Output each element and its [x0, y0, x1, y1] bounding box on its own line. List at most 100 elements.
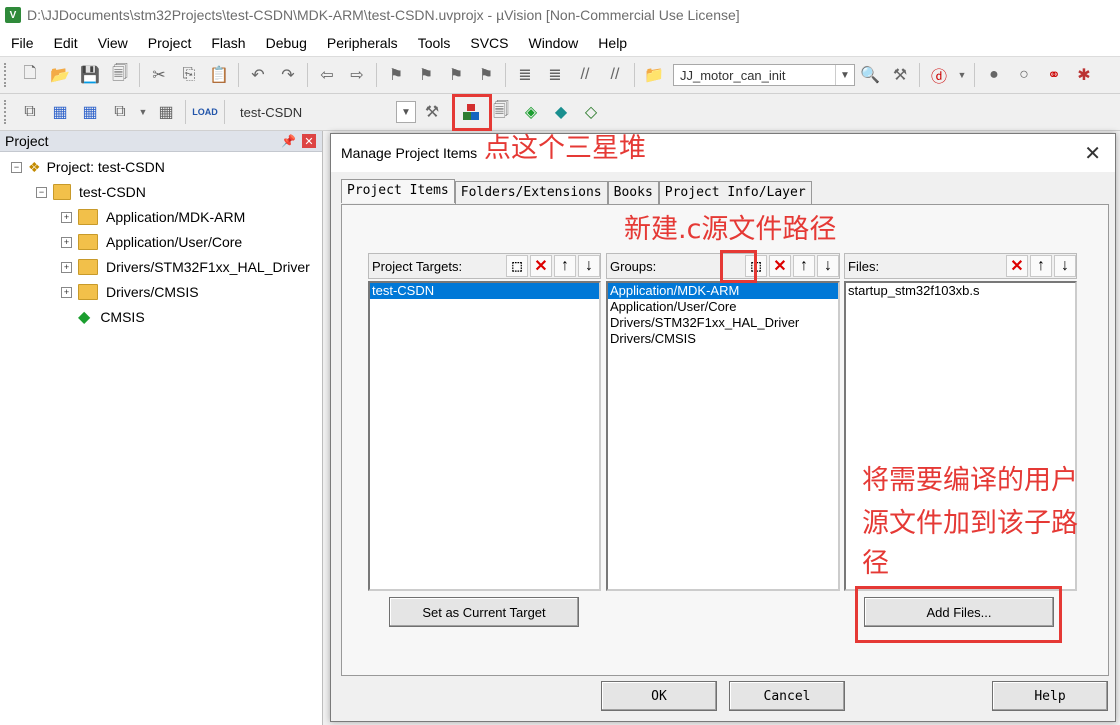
tree-node-group[interactable]: + Application/User/Core: [61, 231, 242, 253]
select-packs-icon[interactable]: ◈: [519, 100, 543, 124]
chevron-down-icon[interactable]: ▼: [138, 100, 148, 124]
breakpoint-icon[interactable]: ●: [982, 63, 1006, 87]
translate-icon[interactable]: ⧉: [18, 100, 42, 124]
tree-node-project[interactable]: − ❖ Project: test-CSDN: [11, 156, 165, 178]
list-item-group[interactable]: Application/MDK-ARM: [608, 283, 838, 299]
pin-icon[interactable]: 📌: [281, 134, 296, 148]
incremental-find-icon[interactable]: ⚒: [888, 63, 912, 87]
clear-bookmarks-icon[interactable]: ⚑: [474, 63, 498, 87]
menu-flash[interactable]: Flash: [200, 35, 254, 51]
expand-icon[interactable]: +: [61, 211, 72, 223]
nav-back-icon[interactable]: ⇦: [315, 63, 339, 87]
tree-node-group[interactable]: + Application/MDK-ARM: [61, 206, 245, 228]
delete-file-icon[interactable]: ✕: [1006, 255, 1028, 277]
disable-breakpoint-icon[interactable]: ○: [1012, 63, 1036, 87]
tab-books[interactable]: Books: [607, 181, 659, 205]
close-icon[interactable]: ✕: [302, 134, 316, 148]
expand-icon[interactable]: +: [61, 286, 72, 298]
paste-icon[interactable]: 📋: [207, 63, 231, 87]
chevron-down-icon[interactable]: ▼: [957, 63, 967, 87]
indent-icon[interactable]: ≣: [513, 63, 537, 87]
open-file-icon[interactable]: 📂: [48, 63, 72, 87]
menu-view[interactable]: View: [87, 35, 137, 51]
prev-bookmark-icon[interactable]: ⚑: [414, 63, 438, 87]
redo-icon[interactable]: ↷: [276, 63, 300, 87]
uncomment-icon[interactable]: //: [603, 63, 627, 87]
cut-icon[interactable]: ✂: [147, 63, 171, 87]
unindent-icon[interactable]: ≣: [543, 63, 567, 87]
delete-target-icon[interactable]: ✕: [530, 255, 552, 277]
manage-rte-icon[interactable]: ◇: [579, 100, 603, 124]
help-button[interactable]: Help: [992, 681, 1108, 711]
menu-debug[interactable]: Debug: [255, 35, 316, 51]
expand-icon[interactable]: +: [61, 261, 72, 273]
list-item-group[interactable]: Application/User/Core: [608, 299, 838, 315]
menu-edit[interactable]: Edit: [43, 35, 87, 51]
expand-icon[interactable]: +: [61, 236, 72, 248]
list-item-group[interactable]: Drivers/CMSIS: [608, 331, 838, 347]
batch-build-icon[interactable]: ⧉: [108, 100, 132, 124]
menu-tools[interactable]: Tools: [407, 35, 460, 51]
menu-svcs[interactable]: SVCS: [459, 35, 517, 51]
chevron-down-icon[interactable]: ▼: [835, 65, 854, 85]
menu-project[interactable]: Project: [137, 35, 201, 51]
function-combo[interactable]: JJ_motor_can_init ▼: [673, 64, 855, 86]
tree-node-group[interactable]: + Drivers/STM32F1xx_HAL_Driver: [61, 256, 310, 278]
list-item-group[interactable]: Drivers/STM32F1xx_HAL_Driver: [608, 315, 838, 331]
build-icon[interactable]: ▦: [48, 100, 72, 124]
tab-project-info-layer[interactable]: Project Info/Layer: [658, 181, 812, 205]
delete-group-icon[interactable]: ✕: [769, 255, 791, 277]
save-all-icon[interactable]: 🗐: [108, 63, 132, 87]
tree-node-target[interactable]: − test-CSDN: [36, 181, 146, 203]
move-up-icon[interactable]: ↑: [554, 255, 576, 277]
set-current-target-button[interactable]: Set as Current Target: [389, 597, 579, 627]
list-item-file[interactable]: startup_stm32f103xb.s: [846, 283, 1075, 299]
collapse-icon[interactable]: −: [11, 161, 22, 173]
new-target-icon[interactable]: ⬚: [506, 255, 528, 277]
move-up-icon[interactable]: ↑: [793, 255, 815, 277]
menu-window[interactable]: Window: [518, 35, 588, 51]
move-down-icon[interactable]: ↓: [578, 255, 600, 277]
move-up-icon[interactable]: ↑: [1030, 255, 1052, 277]
toolbar-grip[interactable]: [4, 63, 9, 87]
configure-icon[interactable]: ✱: [1072, 63, 1096, 87]
menu-help[interactable]: Help: [587, 35, 636, 51]
kill-breakpoints-icon[interactable]: ⚭: [1042, 63, 1066, 87]
list-item-target[interactable]: test-CSDN: [370, 283, 599, 299]
find-in-files-icon[interactable]: 📁: [642, 63, 666, 87]
collapse-icon[interactable]: −: [36, 186, 47, 198]
comment-icon[interactable]: //: [573, 63, 597, 87]
toolbar-grip[interactable]: [4, 100, 9, 124]
load-download-icon[interactable]: LOAD: [192, 100, 218, 124]
files-list[interactable]: startup_stm32f103xb.s: [844, 281, 1077, 591]
move-down-icon[interactable]: ↓: [1054, 255, 1076, 277]
groups-list[interactable]: Application/MDK-ARM Application/User/Cor…: [606, 281, 840, 591]
find-icon[interactable]: 🔍: [858, 63, 882, 87]
file-extensions-icon[interactable]: 🗐: [489, 100, 513, 124]
menu-file[interactable]: File: [0, 35, 43, 51]
nav-forward-icon[interactable]: ⇨: [345, 63, 369, 87]
targets-list[interactable]: test-CSDN: [368, 281, 601, 591]
new-file-icon[interactable]: 🗋: [18, 63, 42, 87]
bookmark-icon[interactable]: ⚑: [384, 63, 408, 87]
menu-peripherals[interactable]: Peripherals: [316, 35, 407, 51]
close-icon[interactable]: ✕: [1084, 141, 1101, 166]
undo-icon[interactable]: ↶: [246, 63, 270, 87]
target-options-icon[interactable]: ⚒: [420, 100, 444, 124]
tree-node-group[interactable]: + Drivers/CMSIS: [61, 281, 199, 303]
rebuild-icon[interactable]: ▦: [78, 100, 102, 124]
tab-folders-extensions[interactable]: Folders/Extensions: [454, 181, 608, 205]
move-down-icon[interactable]: ↓: [817, 255, 839, 277]
pack-installer-icon[interactable]: ◆: [549, 100, 573, 124]
stop-build-icon[interactable]: ▦: [154, 100, 178, 124]
copy-icon[interactable]: ⎘: [177, 63, 201, 87]
debug-session-icon[interactable]: ⓓ: [927, 63, 951, 87]
tab-project-items[interactable]: Project Items: [341, 179, 455, 203]
tree-node-cmsis[interactable]: ◆ CMSIS: [78, 306, 145, 328]
chevron-down-icon[interactable]: ▼: [396, 101, 416, 123]
ok-button[interactable]: OK: [601, 681, 717, 711]
save-icon[interactable]: 💾: [78, 63, 102, 87]
cancel-button[interactable]: Cancel: [729, 681, 845, 711]
next-bookmark-icon[interactable]: ⚑: [444, 63, 468, 87]
target-combo[interactable]: test-CSDN ▼: [233, 101, 417, 123]
